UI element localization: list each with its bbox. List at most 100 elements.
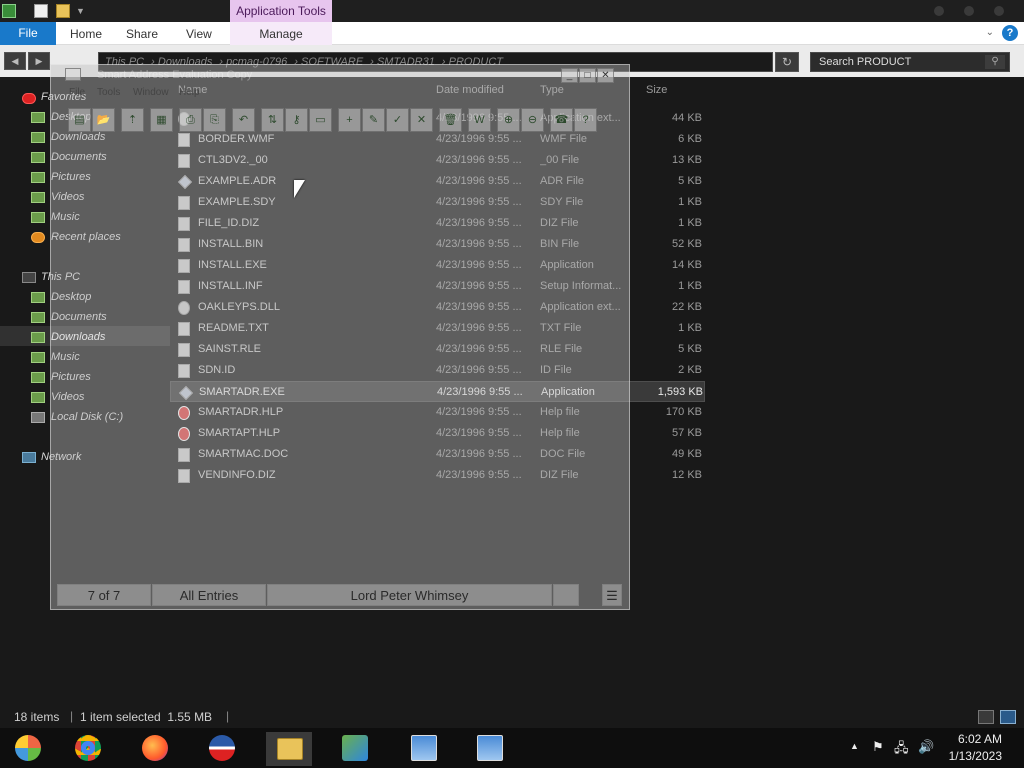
record-counter: 7 of 7 [57, 584, 151, 606]
tab-home[interactable]: Home [70, 22, 102, 45]
add-entry-icon[interactable]: + [338, 108, 361, 132]
firefox-icon [142, 735, 168, 761]
filter-status: All Entries [152, 584, 266, 606]
print-labels-icon[interactable]: ⎘ [203, 108, 226, 132]
ribbon-expand-icon[interactable]: ⌄ [986, 27, 994, 38]
tab-file[interactable]: File [0, 22, 56, 45]
app-minimize-button[interactable]: _ [561, 68, 578, 83]
edit-entry-icon[interactable]: ✎ [362, 108, 385, 132]
search-input[interactable]: Search PRODUCT ⚲ [810, 52, 1010, 72]
network-status-icon[interactable]: 🖧 [894, 739, 909, 761]
clock-date[interactable]: 1/13/2023 [949, 749, 1002, 763]
cancel-icon[interactable]: ✕ [410, 108, 433, 132]
refresh-button[interactable]: ↻ [775, 52, 799, 72]
app-menu-window[interactable]: Window [133, 87, 169, 98]
grid-view-icon[interactable]: ▦ [150, 108, 173, 132]
downloads-icon [31, 132, 45, 143]
start-button[interactable] [4, 732, 50, 766]
sort-icon[interactable]: ⇅ [261, 108, 284, 132]
file-size: 1 KB [678, 217, 702, 229]
app-menu-file[interactable]: File [69, 87, 85, 98]
status-bar: 18 items | 1 item selected 1.55 MB | [0, 706, 1024, 728]
accept-icon[interactable]: ✓ [386, 108, 409, 132]
documents-icon [31, 152, 45, 163]
file-size: 170 KB [665, 406, 702, 418]
app-close-button[interactable]: ✕ [597, 68, 614, 83]
tab-view[interactable]: View [186, 22, 212, 45]
maximize-button[interactable] [964, 6, 974, 16]
status-list-icon[interactable]: ☰ [602, 584, 622, 606]
app-title: Smart Address Evaluation Copy [97, 69, 253, 81]
app-menu-bar: File Tools Window Help [51, 85, 629, 101]
column-header-size[interactable]: Size [646, 84, 667, 96]
taskbar-network-app[interactable] [331, 732, 377, 766]
app-system-menu-icon[interactable] [65, 68, 81, 81]
file-size: 44 KB [672, 112, 702, 124]
phone-dial-icon[interactable]: ☎ [550, 108, 573, 132]
file-size: 1 KB [678, 322, 702, 334]
explorer-icon [2, 4, 16, 18]
back-button[interactable]: ◀ [4, 52, 26, 70]
taskbar-file-explorer[interactable] [266, 732, 312, 766]
properties-icon[interactable] [34, 4, 48, 18]
pictures-icon [31, 372, 45, 383]
application-tools-header: Application Tools [230, 0, 332, 22]
open-icon[interactable]: 📂 [92, 108, 115, 132]
file-size: 1 KB [678, 280, 702, 292]
taskbar-obama-app[interactable] [198, 732, 244, 766]
find-key-icon[interactable]: ⚷ [285, 108, 308, 132]
search-icon[interactable]: ⚲ [985, 55, 1005, 69]
new-card-icon[interactable]: ▤ [68, 108, 91, 132]
campaign-logo-icon [209, 735, 235, 761]
help-icon[interactable]: ? [1002, 25, 1018, 41]
taskbar-installer-2[interactable] [466, 732, 512, 766]
system-tray: ▲ ⚑ 🖧 🔊 6:02 AM 1/13/2023 [834, 728, 1024, 768]
details-view-icon[interactable] [978, 710, 994, 724]
smart-address-window: Smart Address Evaluation Copy _ □ ✕ File… [50, 64, 630, 610]
folder-up-icon[interactable]: ⇡ [121, 108, 144, 132]
ribbon: File Home Share View Manage ⌄ ? [0, 22, 1024, 45]
current-entry-name: Lord Peter Whimsey [267, 584, 552, 606]
help-arrow-icon[interactable]: ? [574, 108, 597, 132]
app-maximize-button[interactable]: □ [579, 68, 596, 83]
file-size: 14 KB [672, 259, 702, 271]
mouse-cursor [294, 180, 305, 198]
zoom-in-icon[interactable]: ⊕ [497, 108, 520, 132]
status-empty-cell [553, 584, 579, 606]
videos-icon [31, 392, 45, 403]
taskbar-installer-1[interactable] [400, 732, 446, 766]
tab-share[interactable]: Share [126, 22, 158, 45]
file-size: 22 KB [672, 301, 702, 313]
app-menu-help[interactable]: Help [179, 87, 200, 98]
installer-icon [477, 735, 503, 761]
item-count: 18 items [14, 710, 60, 724]
minimize-button[interactable] [934, 6, 944, 16]
desktop-icon [31, 112, 45, 123]
folder-icon [277, 738, 303, 760]
taskbar-firefox[interactable] [131, 732, 177, 766]
clock-time[interactable]: 6:02 AM [958, 732, 1002, 746]
print-icon[interactable]: ⎙ [179, 108, 202, 132]
forward-button[interactable]: ▶ [28, 52, 50, 70]
delete-icon[interactable]: 🗑 [439, 108, 462, 132]
action-center-flag-icon[interactable]: ⚑ [872, 739, 884, 755]
documents-icon [31, 312, 45, 323]
music-icon [31, 352, 45, 363]
app-menu-tools[interactable]: Tools [97, 87, 120, 98]
undo-icon[interactable]: ↶ [232, 108, 255, 132]
taskbar-chrome[interactable] [64, 732, 110, 766]
tab-manage[interactable]: Manage [230, 22, 332, 45]
close-button[interactable] [994, 6, 1004, 16]
word-icon[interactable]: W [468, 108, 491, 132]
file-size: 1,593 KB [657, 386, 703, 398]
new-folder-icon[interactable] [56, 4, 70, 18]
card-view-icon[interactable]: ▭ [309, 108, 332, 132]
volume-icon[interactable]: 🔊 [918, 739, 934, 755]
search-placeholder: Search PRODUCT [819, 56, 912, 68]
zoom-out-icon[interactable]: ⊖ [521, 108, 544, 132]
quick-access-dropdown-icon[interactable]: ▼ [76, 6, 90, 20]
show-hidden-icons-icon[interactable]: ▲ [850, 741, 859, 751]
file-size: 1 KB [678, 196, 702, 208]
downloads-icon [31, 332, 45, 343]
large-icons-view-icon[interactable] [1000, 710, 1016, 724]
